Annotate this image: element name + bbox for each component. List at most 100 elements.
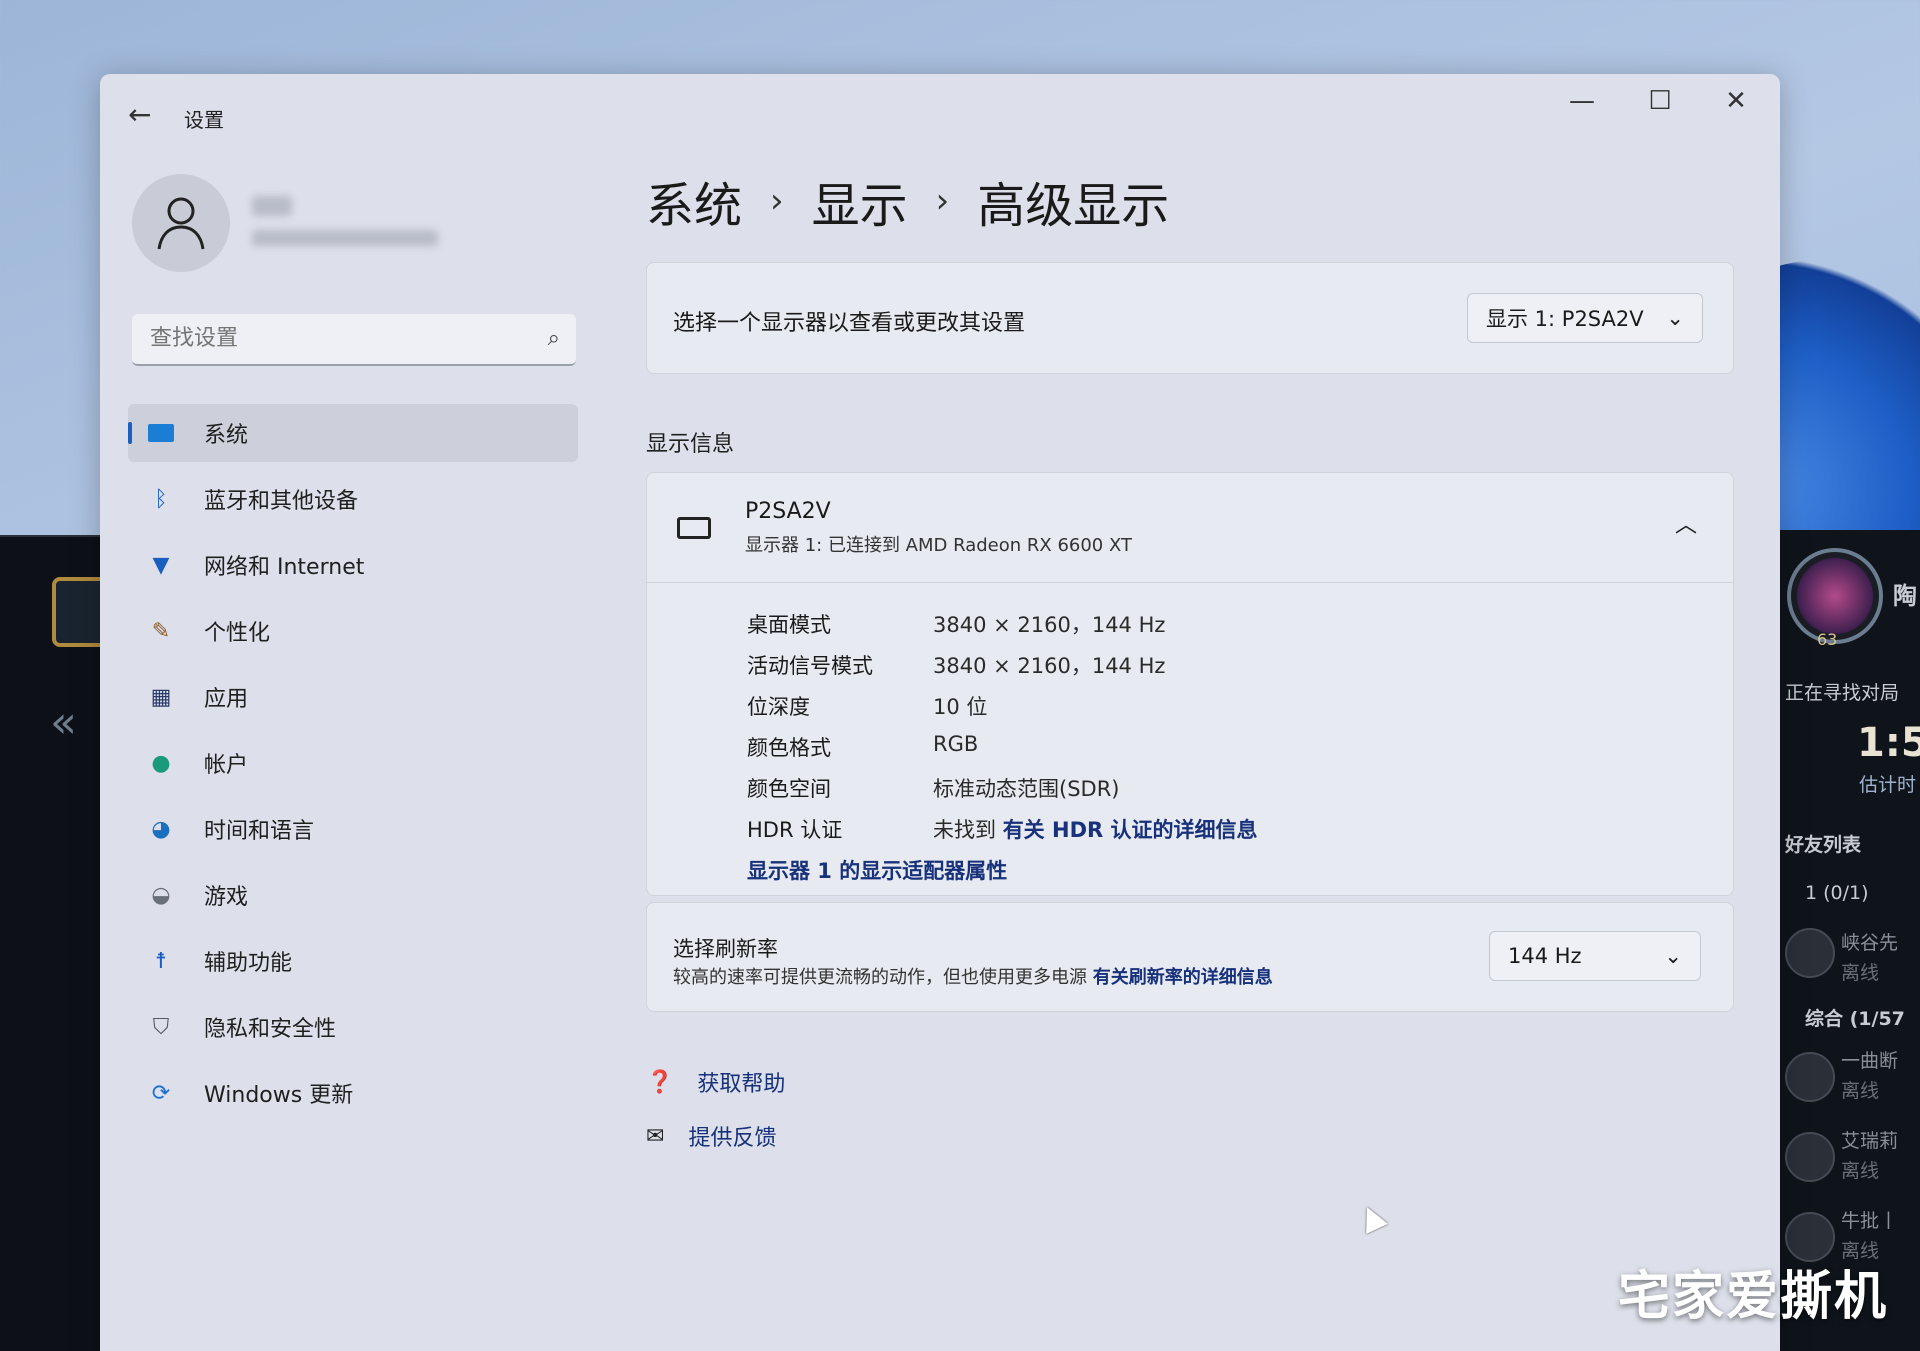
friend-state: 离线 xyxy=(1841,1080,1880,1102)
info-value: 未找到 有关 HDR 认证的详细信息 xyxy=(933,814,1258,844)
queue-timer: 1:5 xyxy=(1857,720,1920,766)
monitor-subtitle: 显示器 1: 已连接到 AMD Radeon RX 6600 XT xyxy=(745,535,1132,556)
friend-avatar[interactable] xyxy=(1785,1052,1835,1102)
collapse-chevron-icon[interactable]: « xyxy=(50,697,77,748)
select-display-card: 选择一个显示器以查看或更改其设置 显示 1: P2SA2V ⌄ xyxy=(646,262,1734,374)
refresh-rate-desc-text: 较高的速率可提供更流畅的动作，但也使用更多电源 xyxy=(673,967,1087,988)
close-button[interactable]: ✕ xyxy=(1716,86,1756,116)
refresh-rate-dropdown[interactable]: 144 Hz ⌄ xyxy=(1489,931,1701,981)
player-level: 63 xyxy=(1817,630,1838,649)
game-client-left: « xyxy=(0,535,108,1351)
user-name-blurred xyxy=(252,196,292,216)
breadcrumb: 系统 › 显示 › 高级显示 xyxy=(646,166,1169,236)
chevron-down-icon: ⌄ xyxy=(1664,944,1682,968)
maximize-button[interactable]: ☐ xyxy=(1640,86,1680,116)
info-row-color-format: 颜色格式 RGB xyxy=(747,732,978,762)
laptop-icon xyxy=(677,517,711,539)
search-icon[interactable]: ⌕ xyxy=(548,326,560,351)
account-icon: ● xyxy=(151,750,171,776)
refresh-rate-value: 144 Hz xyxy=(1508,944,1582,968)
friend-group-2[interactable]: 综合 (1/57 xyxy=(1805,1004,1905,1031)
chevron-down-icon: ⌄ xyxy=(1666,306,1684,330)
display-info-heading: 显示信息 xyxy=(646,432,735,457)
app-title: 设置 xyxy=(184,108,224,132)
sidebar-item-system[interactable]: 系统 xyxy=(128,404,578,462)
update-icon: ⟳ xyxy=(151,1080,171,1106)
help-icon: ❓ xyxy=(646,1069,674,1095)
sidebar-item-personalization[interactable]: ✎ 个性化 xyxy=(128,602,578,660)
sidebar-item-accessibility[interactable]: ☨ 辅助功能 xyxy=(128,932,578,990)
friends-title: 好友列表 xyxy=(1785,834,1862,856)
friend-name[interactable]: 峡谷先 xyxy=(1841,928,1898,955)
breadcrumb-display[interactable]: 显示 xyxy=(812,166,908,236)
sidebar-item-label: Windows 更新 xyxy=(204,1083,354,1108)
refresh-rate-title: 选择刷新率 xyxy=(673,937,778,961)
sidebar-item-label: 蓝牙和其他设备 xyxy=(204,489,359,514)
wifi-icon: ▼ xyxy=(152,552,170,578)
sidebar-item-label: 系统 xyxy=(204,423,249,448)
info-value: RGB xyxy=(933,732,979,756)
brush-icon: ✎ xyxy=(151,618,171,644)
info-key: 位深度 xyxy=(747,695,810,719)
info-row-hdr: HDR 认证 未找到 有关 HDR 认证的详细信息 xyxy=(747,814,1258,844)
user-avatar[interactable] xyxy=(132,174,230,272)
sidebar-item-network[interactable]: ▼ 网络和 Internet xyxy=(128,536,578,594)
minimize-button[interactable]: — xyxy=(1562,86,1602,116)
sidebar-item-bluetooth[interactable]: ᛒ 蓝牙和其他设备 xyxy=(128,470,578,528)
page-title: 高级显示 xyxy=(977,178,1170,234)
sidebar-item-privacy[interactable]: ⛉ 隐私和安全性 xyxy=(128,998,578,1056)
display-info-header[interactable]: P2SA2V 显示器 1: 已连接到 AMD Radeon RX 6600 XT… xyxy=(647,473,1733,583)
select-display-label: 选择一个显示器以查看或更改其设置 xyxy=(673,311,1026,336)
refresh-rate-card: 选择刷新率 较高的速率可提供更流畅的动作，但也使用更多电源 有关刷新率的详细信息… xyxy=(646,902,1734,1012)
settings-search[interactable]: ⌕ xyxy=(132,314,576,366)
info-value: 10 位 xyxy=(933,695,988,719)
sidebar-nav: 系统 ᛒ 蓝牙和其他设备 ▼ 网络和 Internet ✎ 个性化 ▦ 应用 ● 帐户 ◕… xyxy=(128,404,578,1130)
sidebar-item-label: 隐私和安全性 xyxy=(204,1017,337,1042)
friend-group-1[interactable]: 1 (0/1) xyxy=(1805,882,1869,904)
back-arrow-icon[interactable]: ← xyxy=(128,98,151,131)
refresh-rate-info-link[interactable]: 有关刷新率的详细信息 xyxy=(1093,967,1273,988)
info-key: HDR 认证 xyxy=(747,818,843,842)
info-row-color-space: 颜色空间 标准动态范围(SDR) xyxy=(747,773,1119,803)
friend-name[interactable]: 牛批丨 xyxy=(1841,1206,1898,1233)
display-select-dropdown[interactable]: 显示 1: P2SA2V ⌄ xyxy=(1467,293,1703,343)
info-key: 活动信号模式 xyxy=(747,654,873,678)
breadcrumb-system[interactable]: 系统 xyxy=(646,166,742,236)
sidebar-item-label: 网络和 Internet xyxy=(204,555,365,580)
friend-state: 离线 xyxy=(1841,1160,1880,1182)
sidebar-item-accounts[interactable]: ● 帐户 xyxy=(128,734,578,792)
friend-name[interactable]: 艾瑞莉 xyxy=(1841,1126,1898,1153)
friend-name[interactable]: 一曲断 xyxy=(1841,1046,1898,1073)
info-value: 3840 × 2160，144 Hz xyxy=(933,654,1166,678)
info-key: 颜色空间 xyxy=(747,777,831,801)
hdr-info-link[interactable]: 有关 HDR 认证的详细信息 xyxy=(1003,818,1258,842)
info-row-desktop-mode: 桌面模式 3840 × 2160，144 Hz xyxy=(747,609,1165,639)
sidebar-item-label: 帐户 xyxy=(204,753,249,778)
chevron-up-icon[interactable]: ︿ xyxy=(1675,507,1697,539)
sidebar-item-label: 个性化 xyxy=(204,621,271,646)
friend-avatar[interactable] xyxy=(1785,928,1835,978)
sidebar-item-apps[interactable]: ▦ 应用 xyxy=(128,668,578,726)
globe-clock-icon: ◕ xyxy=(151,816,171,842)
sidebar-item-time-language[interactable]: ◕ 时间和语言 xyxy=(128,800,578,858)
sidebar-item-label: 游戏 xyxy=(204,885,249,910)
display-info-card: P2SA2V 显示器 1: 已连接到 AMD Radeon RX 6600 XT… xyxy=(646,472,1734,896)
person-icon xyxy=(157,197,205,250)
accessibility-icon: ☨ xyxy=(155,948,167,974)
queue-estimate: 估计时 xyxy=(1859,774,1917,796)
monitor-icon xyxy=(148,420,174,446)
info-key: 颜色格式 xyxy=(747,736,831,760)
get-help-link[interactable]: ❓ 获取帮助 xyxy=(646,1066,785,1098)
search-input[interactable] xyxy=(150,326,510,351)
game-client-panel: 63 陶 正在寻找对局 1:5 估计时 好友列表 1 (0/1) 峡谷先 离线 … xyxy=(1775,530,1920,1351)
friend-avatar[interactable] xyxy=(1785,1132,1835,1182)
info-row-active-signal: 活动信号模式 3840 × 2160，144 Hz xyxy=(747,650,1165,680)
adapter-properties-link[interactable]: 显示器 1 的显示适配器属性 xyxy=(747,855,1007,885)
sidebar-item-windows-update[interactable]: ⟳ Windows 更新 xyxy=(128,1064,578,1122)
watermark: 宅家爱撕机 xyxy=(1618,1267,1889,1327)
refresh-rate-desc: 较高的速率可提供更流畅的动作，但也使用更多电源 有关刷新率的详细信息 xyxy=(673,963,1273,989)
info-value: 3840 × 2160，144 Hz xyxy=(933,613,1166,637)
feedback-link[interactable]: ✉ 提供反馈 xyxy=(646,1120,776,1152)
sidebar-item-gaming[interactable]: ◒ 游戏 xyxy=(128,866,578,924)
queue-status: 正在寻找对局 xyxy=(1785,682,1900,704)
